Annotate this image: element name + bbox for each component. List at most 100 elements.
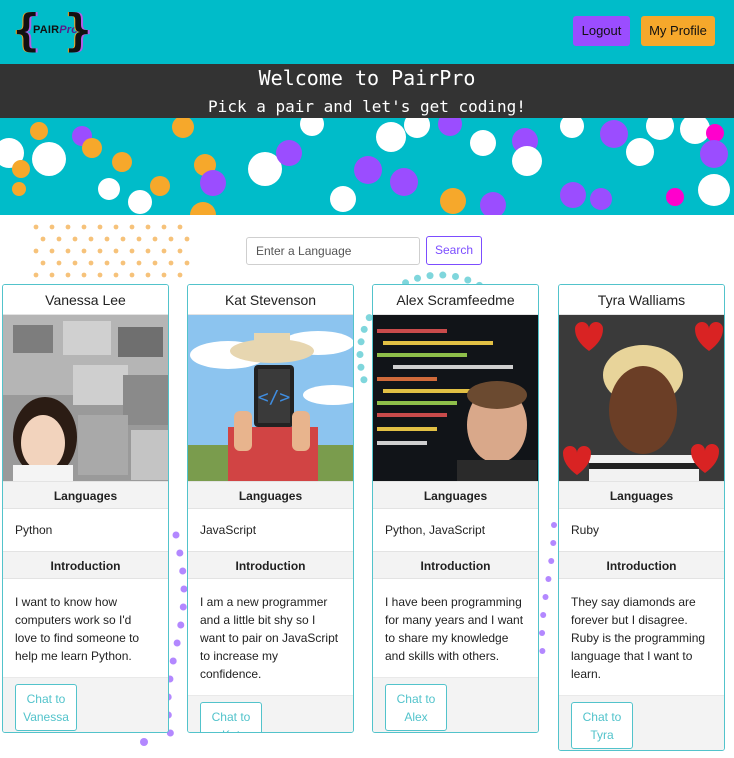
confetti-dot [190, 202, 216, 215]
languages-heading: Languages [373, 481, 538, 509]
confetti-dot [590, 188, 612, 210]
confetti-dot [32, 142, 66, 176]
introduction-heading: Introduction [373, 551, 538, 579]
logo-right-brace: } [65, 5, 92, 56]
decor-dot [550, 540, 557, 546]
decor-dot [161, 272, 167, 278]
decor-dot [184, 260, 190, 266]
confetti-dot [330, 186, 356, 212]
decor-dot [120, 260, 126, 266]
decor-dot [56, 236, 62, 242]
decor-dot [360, 325, 368, 333]
confetti-dot [12, 182, 26, 196]
decor-dot [129, 224, 135, 230]
decor-dot [177, 224, 183, 230]
decor-dot [33, 248, 39, 254]
decor-dot [357, 363, 365, 371]
decor-dot [140, 738, 148, 746]
decor-dot [49, 248, 55, 254]
confetti-dot [698, 174, 730, 206]
languages-heading: Languages [3, 481, 168, 509]
confetti-dot [98, 178, 120, 200]
decor-dot [545, 576, 552, 582]
decor-dot [65, 248, 71, 254]
decor-dot [56, 260, 62, 266]
decor-dot [179, 603, 187, 611]
decor-dot [49, 272, 55, 278]
decor-dot [81, 272, 87, 278]
decor-dot [439, 271, 447, 279]
confetti-dot [560, 118, 584, 138]
decor-dot [65, 224, 71, 230]
decor-dot [145, 224, 151, 230]
logout-button[interactable]: Logout [573, 16, 630, 46]
decor-dot [113, 248, 119, 254]
decor-dot [104, 260, 110, 266]
decor-dot [113, 272, 119, 278]
introduction-text: I have been programming for many years a… [385, 595, 524, 663]
introduction-text: I am a new programmer and a little bit s… [200, 595, 339, 681]
profile-card-vanessa: Vanessa Lee Languages Python Introductio… [2, 284, 169, 733]
confetti-dot [12, 160, 30, 178]
decor-dot [145, 248, 151, 254]
chat-button[interactable]: Chat to Tyra [571, 702, 633, 749]
search-button[interactable]: Search [426, 236, 482, 265]
decor-dot [464, 276, 472, 284]
profile-photo [373, 315, 538, 481]
chat-button[interactable]: Chat to Kat [200, 702, 262, 732]
decor-dot [168, 236, 174, 242]
confetti-dot [438, 118, 462, 136]
decor-dot [540, 612, 547, 618]
decor-dot [548, 558, 555, 564]
chat-button[interactable]: Chat to Vanessa [15, 684, 77, 731]
confetti-dot [480, 192, 506, 215]
decor-dot [152, 260, 158, 266]
language-search-input[interactable] [246, 237, 420, 265]
languages-heading: Languages [559, 481, 724, 509]
pairpro-logo[interactable]: { PAIRPro } [13, 5, 93, 56]
confetti-dot [390, 168, 418, 196]
decor-dot [152, 236, 158, 242]
decor-dot [81, 248, 87, 254]
confetti-dot [172, 118, 194, 138]
decor-dot [426, 272, 434, 280]
decor-dot [539, 630, 546, 636]
confetti-dot [646, 118, 674, 140]
chat-button[interactable]: Chat to Alex [385, 684, 447, 731]
decor-dot [113, 224, 119, 230]
card-name: Tyra Walliams [559, 285, 724, 315]
decor-dot [40, 260, 46, 266]
introduction-heading: Introduction [559, 551, 724, 579]
decor-dot [184, 236, 190, 242]
decor-dot [542, 594, 549, 600]
card-name: Vanessa Lee [3, 285, 168, 315]
card-footer: Chat to Kat [188, 695, 353, 732]
decor-dot [97, 248, 103, 254]
decor-dot [81, 224, 87, 230]
languages-value: Python, JavaScript [385, 523, 486, 537]
profile-photo [3, 315, 168, 481]
languages-value: JavaScript [200, 523, 257, 537]
confetti-dot [560, 182, 586, 208]
decor-dot [173, 639, 181, 647]
my-profile-button[interactable]: My Profile [641, 16, 715, 46]
decor-dot [88, 260, 94, 266]
decor-dot [414, 274, 422, 282]
introduction-text: I want to know how computers work so I'd… [15, 595, 140, 663]
svg-text:</>: </> [258, 387, 291, 408]
decor-dot [177, 248, 183, 254]
decor-dot [72, 260, 78, 266]
confetti-dot [82, 138, 102, 158]
confetti-dot [666, 188, 684, 206]
decor-dot [65, 272, 71, 278]
decor-dot [136, 260, 142, 266]
confetti-dot [354, 156, 382, 184]
profile-card-alex: Alex Scramfeedme Languages Python, JavaS… [372, 284, 539, 733]
confetti-dot [512, 146, 542, 176]
decor-dot [539, 648, 546, 654]
top-navbar: { PAIRPro } Logout My Profile [0, 0, 734, 64]
confetti-dot [440, 188, 466, 214]
confetti-dot [112, 152, 132, 172]
decor-dot [33, 272, 39, 278]
decor-dot [357, 338, 365, 346]
